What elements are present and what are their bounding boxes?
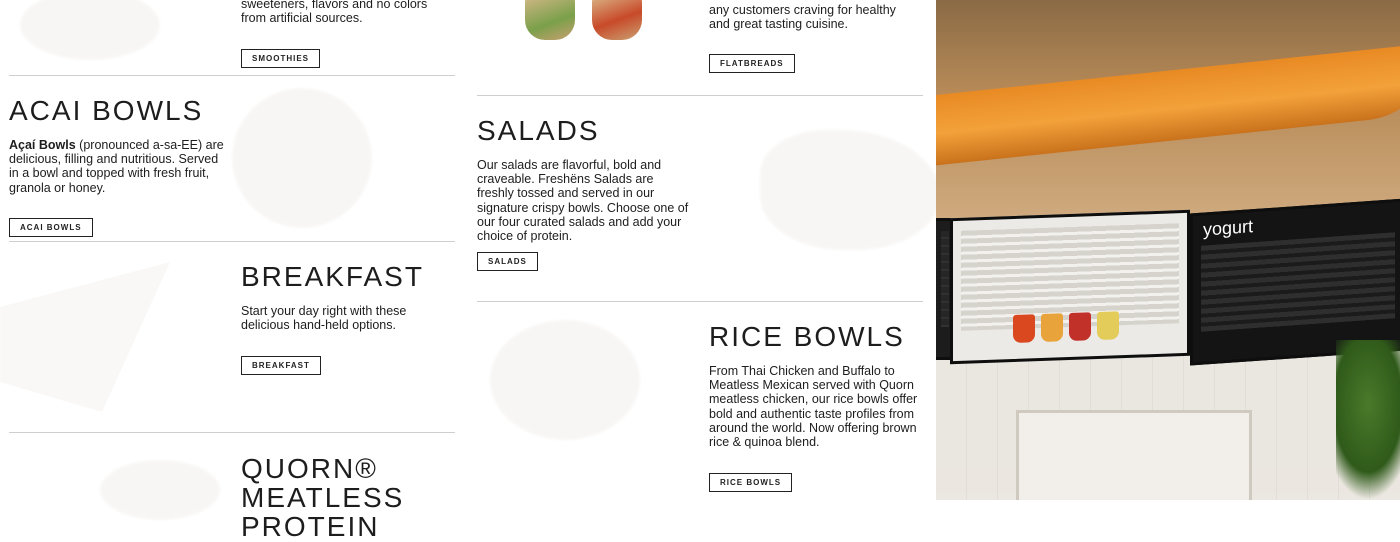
menu-board-screen-2 bbox=[950, 209, 1190, 365]
salads-description: Our salads are flavorful, bold and crave… bbox=[477, 158, 689, 244]
salads-title: SALADS bbox=[477, 115, 600, 146]
rice-bowls-button[interactable]: RICE BOWLS bbox=[709, 473, 793, 492]
plant bbox=[1336, 340, 1400, 500]
rice-bowls-title: RICE BOWLS bbox=[709, 321, 905, 352]
divider bbox=[9, 241, 455, 242]
rice-bowl-ghost-image bbox=[490, 320, 640, 440]
smoothie-cup bbox=[1069, 312, 1091, 342]
acai-bowls-bold-label: Açaí Bowls bbox=[9, 138, 76, 152]
acai-bowl-ghost-image bbox=[232, 88, 372, 228]
breakfast-ghost-image bbox=[0, 262, 170, 412]
doorway bbox=[1016, 410, 1252, 500]
breakfast-button[interactable]: BREAKFAST bbox=[241, 356, 321, 375]
divider bbox=[477, 301, 923, 302]
quorn-title: QUORN® MEATLESS PROTEIN bbox=[241, 453, 405, 542]
smoothie-cup bbox=[1097, 311, 1119, 341]
acai-bowls-title: ACAI BOWLS bbox=[9, 95, 204, 126]
rice-bowls-description: From Thai Chicken and Buffalo to Meatles… bbox=[709, 364, 918, 450]
flatbreads-description: any customers craving for healthy and gr… bbox=[709, 3, 896, 32]
divider bbox=[9, 75, 455, 76]
store-interior-photo: yogurt bbox=[936, 0, 1400, 500]
breakfast-description: Start your day right with these deliciou… bbox=[241, 304, 407, 333]
smoothies-description: sweeteners, flavors and no colors from a… bbox=[241, 0, 428, 26]
salad-ghost-image bbox=[760, 130, 940, 250]
acai-bowls-description: Açaí Bowls (pronounced a-sa-EE) are deli… bbox=[9, 138, 229, 195]
flatbreads-button[interactable]: FLATBREADS bbox=[709, 54, 795, 73]
menu-board-heading: yogurt bbox=[1203, 216, 1254, 240]
salads-button[interactable]: SALADS bbox=[477, 252, 538, 271]
quorn-ghost-image bbox=[100, 460, 220, 520]
divider bbox=[9, 432, 455, 433]
smoothie-cup bbox=[1013, 314, 1035, 343]
smoothies-button[interactable]: SMOOTHIES bbox=[241, 49, 321, 68]
smoothie-cup bbox=[1041, 313, 1063, 343]
smoothie-ghost-image bbox=[20, 0, 160, 60]
breakfast-title: BREAKFAST bbox=[241, 261, 424, 292]
acai-bowls-button[interactable]: ACAI BOWLS bbox=[9, 218, 93, 237]
divider bbox=[477, 95, 923, 96]
